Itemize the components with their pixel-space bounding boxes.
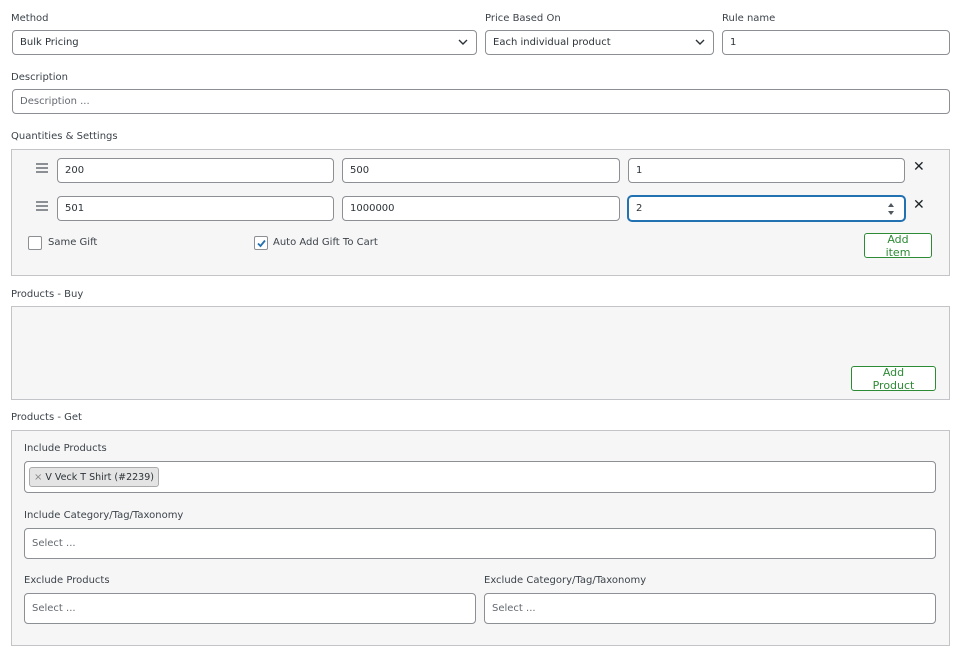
remove-row-icon[interactable]: ✕ <box>913 160 925 174</box>
include-products-label: Include Products <box>24 443 107 454</box>
rule-name-input[interactable]: 1 <box>722 30 950 55</box>
products-buy-label: Products - Buy <box>11 289 84 300</box>
selected-product-text: V Veck T Shirt (#2239) <box>45 471 154 483</box>
exclude-products-select[interactable]: Select ... <box>24 593 476 624</box>
exclude-category-select[interactable]: Select ... <box>484 593 936 624</box>
method-value: Bulk Pricing <box>20 37 79 48</box>
price-based-on-value: Each individual product <box>493 37 611 48</box>
remove-row-icon[interactable]: ✕ <box>913 198 925 212</box>
quantity-value-input[interactable]: 1 <box>628 158 905 183</box>
quantity-max-input[interactable]: 1000000 <box>342 196 620 221</box>
drag-handle-icon[interactable] <box>36 163 48 173</box>
products-buy-panel <box>11 306 950 400</box>
method-select[interactable]: Bulk Pricing <box>12 30 477 55</box>
include-category-label: Include Category/Tag/Taxonomy <box>24 510 184 521</box>
number-spinner-icon[interactable] <box>887 201 895 217</box>
chevron-down-icon <box>695 39 705 45</box>
rule-name-label: Rule name <box>722 13 776 24</box>
add-product-button[interactable]: Add Product <box>851 366 936 392</box>
quantity-min-input[interactable]: 200 <box>57 158 334 183</box>
drag-handle-icon[interactable] <box>36 201 48 211</box>
quantity-value-input[interactable]: 2 <box>628 196 905 221</box>
quantity-max-input[interactable]: 500 <box>342 158 620 183</box>
same-gift-label: Same Gift <box>48 237 98 248</box>
selected-product-tag: × V Veck T Shirt (#2239) <box>29 467 159 487</box>
quantities-label: Quantities & Settings <box>11 131 118 142</box>
description-input[interactable]: Description ... <box>12 89 950 114</box>
price-based-on-label: Price Based On <box>485 13 561 24</box>
checkmark-icon <box>257 239 266 248</box>
quantity-min-input[interactable]: 501 <box>57 196 334 221</box>
exclude-products-label: Exclude Products <box>24 575 110 586</box>
auto-add-label: Auto Add Gift To Cart <box>273 237 378 248</box>
exclude-category-label: Exclude Category/Tag/Taxonomy <box>484 575 647 586</box>
description-label: Description <box>11 72 68 83</box>
auto-add-checkbox[interactable] <box>254 236 268 250</box>
same-gift-checkbox[interactable] <box>28 236 42 250</box>
chevron-down-icon <box>458 39 468 45</box>
method-label: Method <box>11 13 49 24</box>
include-products-select[interactable] <box>24 461 936 493</box>
products-get-label: Products - Get <box>11 412 82 423</box>
remove-tag-icon[interactable]: × <box>34 472 42 483</box>
add-item-button[interactable]: Add item <box>864 233 932 259</box>
include-category-select[interactable]: Select ... <box>24 528 936 559</box>
price-based-on-select[interactable]: Each individual product <box>485 30 714 55</box>
quantity-value-text: 2 <box>636 203 643 214</box>
